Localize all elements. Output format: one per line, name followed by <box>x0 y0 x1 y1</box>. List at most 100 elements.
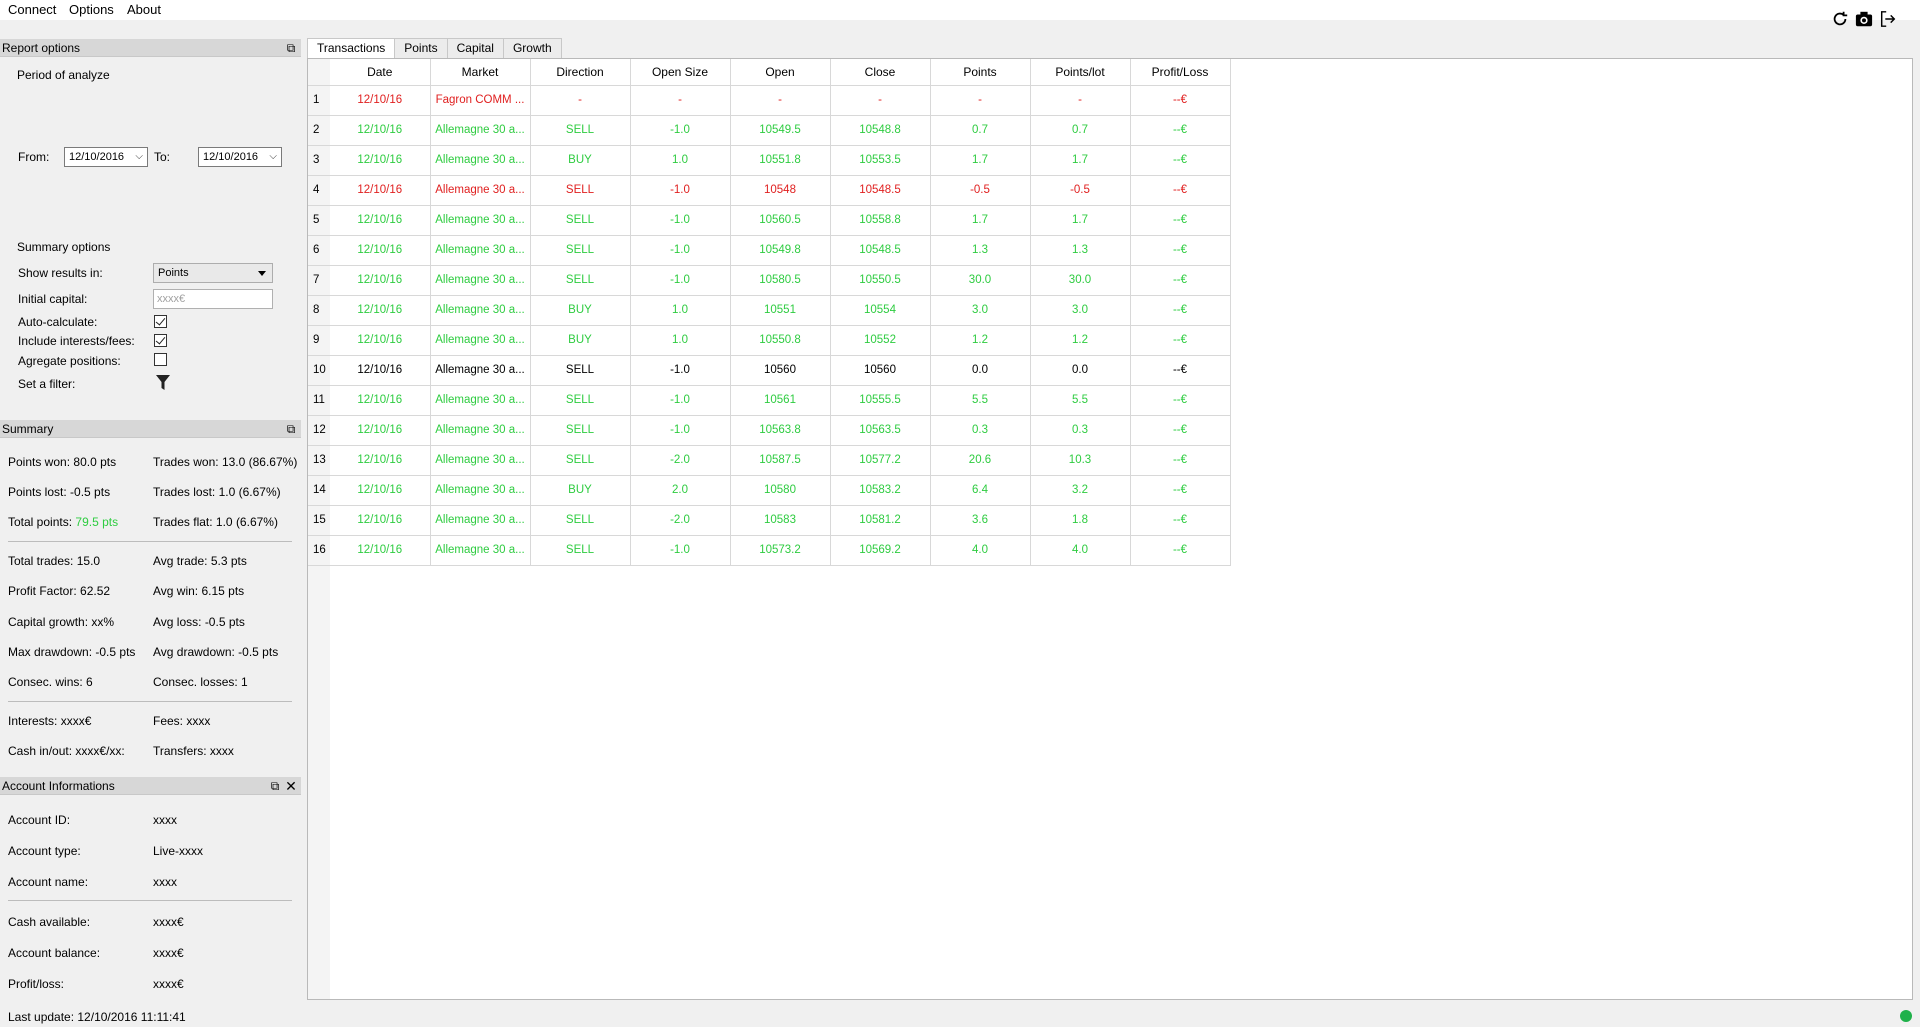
column-header-direction[interactable]: Direction <box>530 59 631 86</box>
show-results-select[interactable]: Points <box>153 263 273 283</box>
row-number: 15 <box>308 505 330 536</box>
account-header: Account Informations ⧉ ✕ <box>0 777 301 795</box>
profit-factor-row: Profit Factor: 62.52 <box>8 584 111 598</box>
cell-direction: SELL <box>530 355 631 386</box>
cell-profit-loss: --€ <box>1130 505 1231 536</box>
table-row[interactable]: 1 12/10/16 Fagron COMM ... - - - - - - --€ <box>308 85 1231 116</box>
cash-available-value: xxxx€ <box>153 915 184 929</box>
cell-date: 12/10/16 <box>330 145 431 176</box>
initial-capital-input[interactable] <box>153 289 273 309</box>
cell-points-lot: 1.7 <box>1030 205 1131 236</box>
cell-date: 12/10/16 <box>330 535 431 566</box>
table-row[interactable]: 2 12/10/16 Allemagne 30 a... SELL -1.0 10549.… <box>308 115 1231 146</box>
table-row[interactable]: 6 12/10/16 Allemagne 30 a... SELL -1.0 10549.… <box>308 235 1231 266</box>
row-number: 16 <box>308 535 330 566</box>
cell-open: 10583 <box>730 505 831 536</box>
tab-capital[interactable]: Capital <box>446 38 504 58</box>
column-header-profit-loss[interactable]: Profit/Loss <box>1130 59 1231 86</box>
cell-profit-loss: --€ <box>1130 325 1231 356</box>
auto-calc-checkbox[interactable] <box>154 315 167 328</box>
total-trades-row: Total trades: 15.0 <box>8 554 101 568</box>
column-header-open[interactable]: Open <box>730 59 831 86</box>
menu-about[interactable]: About <box>127 2 161 17</box>
cell-direction: SELL <box>530 235 631 266</box>
column-header-market[interactable]: Market <box>430 59 531 86</box>
cell-open: 10550.8 <box>730 325 831 356</box>
cell-profit-loss: --€ <box>1130 85 1231 116</box>
cell-direction: - <box>530 85 631 116</box>
to-date-picker[interactable]: 12/10/2016 ⌵ <box>198 147 282 167</box>
cell-open: - <box>730 85 831 116</box>
account-balance-value: xxxx€ <box>153 946 184 960</box>
refresh-icon[interactable] <box>1830 9 1850 29</box>
tab-transactions[interactable]: Transactions <box>307 38 396 59</box>
aggregate-checkbox[interactable] <box>154 353 167 366</box>
column-header-points[interactable]: Points <box>930 59 1031 86</box>
cell-date: 12/10/16 <box>330 175 431 206</box>
cell-open: 10560 <box>730 355 831 386</box>
cell-date: 12/10/16 <box>330 235 431 266</box>
table-row[interactable]: 7 12/10/16 Allemagne 30 a... SELL -1.0 10580.… <box>308 265 1231 296</box>
table-row[interactable]: 15 12/10/16 Allemagne 30 a... SELL -2.0 10583… <box>308 505 1231 536</box>
period-label: Period of analyze <box>17 68 110 82</box>
cell-direction: SELL <box>530 385 631 416</box>
avg-trade-row: Avg trade: 5.3 pts <box>153 554 247 568</box>
account-id-label: Account ID: <box>8 813 71 827</box>
from-date-picker[interactable]: 12/10/2016 ⌵ <box>64 147 148 167</box>
table-row[interactable]: 14 12/10/16 Allemagne 30 a... BUY 2.0 10580 10… <box>308 475 1231 506</box>
table-row[interactable]: 8 12/10/16 Allemagne 30 a... BUY 1.0 10551 105… <box>308 295 1231 326</box>
cell-open: 10580.5 <box>730 265 831 296</box>
logout-icon[interactable] <box>1878 9 1898 29</box>
filter-icon[interactable] <box>155 374 171 392</box>
report-options-header: Report options ⧉ <box>0 39 301 57</box>
table-row[interactable]: 12 12/10/16 Allemagne 30 a... SELL -1.0 10563… <box>308 415 1231 446</box>
restore-panel-icon[interactable]: ⧉ <box>268 779 282 793</box>
cell-points: 1.2 <box>930 325 1031 356</box>
table-row[interactable]: 4 12/10/16 Allemagne 30 a... SELL -1.0 10548 1… <box>308 175 1231 206</box>
close-icon[interactable]: ✕ <box>284 779 298 793</box>
chevron-down-icon: ⌵ <box>135 151 143 162</box>
cell-close: 10563.5 <box>830 415 931 446</box>
cell-points-lot: 30.0 <box>1030 265 1131 296</box>
column-header-open-size[interactable]: Open Size <box>630 59 731 86</box>
cell-date: 12/10/16 <box>330 265 431 296</box>
table-row[interactable]: 13 12/10/16 Allemagne 30 a... SELL -2.0 10587… <box>308 445 1231 476</box>
table-row[interactable]: 5 12/10/16 Allemagne 30 a... SELL -1.0 10560.… <box>308 205 1231 236</box>
account-id-value: xxxx <box>153 813 177 827</box>
column-header-close[interactable]: Close <box>830 59 931 86</box>
table-row[interactable]: 9 12/10/16 Allemagne 30 a... BUY 1.0 10550.8 1… <box>308 325 1231 356</box>
cell-date: 12/10/16 <box>330 475 431 506</box>
row-number: 1 <box>308 85 330 116</box>
cell-points: 4.0 <box>930 535 1031 566</box>
cell-open-size: -1.0 <box>630 205 731 236</box>
column-header-date[interactable]: Date <box>330 59 431 86</box>
trades-lost-row: Trades lost: 1.0 (6.67%) <box>153 485 281 499</box>
column-header-points-lot[interactable]: Points/lot <box>1030 59 1131 86</box>
tab-points[interactable]: Points <box>394 38 448 58</box>
cell-direction: SELL <box>530 115 631 146</box>
tab-growth[interactable]: Growth <box>502 38 562 58</box>
table-row[interactable]: 11 12/10/16 Allemagne 30 a... SELL -1.0 10561… <box>308 385 1231 416</box>
cash-inout-row: Cash in/out: xxxx€/xx: <box>8 744 125 758</box>
account-type-value: Live-xxxx <box>153 844 204 858</box>
table-row[interactable]: 10 12/10/16 Allemagne 30 a... SELL -1.0 10560… <box>308 355 1231 386</box>
row-number: 10 <box>308 355 330 386</box>
restore-panel-icon[interactable]: ⧉ <box>284 422 298 436</box>
row-number: 5 <box>308 205 330 236</box>
cell-profit-loss: --€ <box>1130 445 1231 476</box>
cell-points-lot: 0.0 <box>1030 355 1131 386</box>
camera-icon[interactable] <box>1854 9 1874 29</box>
report-options-title: Report options <box>2 41 81 55</box>
include-fees-checkbox[interactable] <box>154 334 167 347</box>
menu-options[interactable]: Options <box>69 2 114 17</box>
cell-market: Allemagne 30 a... <box>430 235 531 266</box>
restore-panel-icon[interactable]: ⧉ <box>284 41 298 55</box>
cell-points: 0.3 <box>930 415 1031 446</box>
menu-connect[interactable]: Connect <box>8 2 56 17</box>
cell-market: Allemagne 30 a... <box>430 295 531 326</box>
transactions-table: Date Market Direction Open Size Open Clo… <box>308 59 1231 566</box>
cell-profit-loss: --€ <box>1130 235 1231 266</box>
table-row[interactable]: 3 12/10/16 Allemagne 30 a... BUY 1.0 10551.8 1… <box>308 145 1231 176</box>
table-row[interactable]: 16 12/10/16 Allemagne 30 a... SELL -1.0 10573… <box>308 535 1231 566</box>
points-won-row: Points won: 80.0 pts <box>8 455 117 469</box>
